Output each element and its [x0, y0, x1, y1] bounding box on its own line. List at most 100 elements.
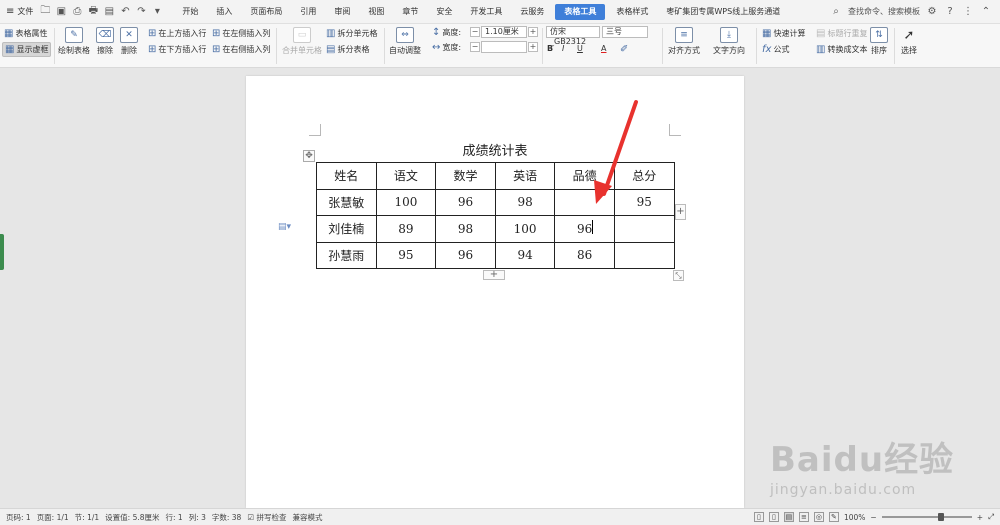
split-cells-button[interactable]: ▥ 拆分单元格 [326, 28, 377, 39]
table-cell[interactable]: 94 [494, 241, 556, 269]
score-table[interactable]: 姓名 语文 数学 英语 品德 总分 张慧敏 100 96 98 95 刘佳楠 8… [316, 162, 675, 269]
writing-mode-icon[interactable]: ✎ [828, 512, 839, 522]
table-cell-active[interactable]: 96 [554, 215, 615, 243]
tab-developer[interactable]: 开发工具 [461, 0, 511, 24]
tab-chapter[interactable]: 章节 [393, 0, 427, 24]
table-header-cell[interactable]: 语文 [375, 162, 437, 190]
table-cell[interactable] [613, 241, 675, 269]
spell-check-button[interactable]: ☑ 拼写检查 [247, 512, 286, 523]
dropdown-icon[interactable]: ▾ [151, 6, 163, 17]
insert-row-above-button[interactable]: ⊞ 在上方插入行 [148, 28, 206, 39]
tab-table-tools[interactable]: 表格工具 [555, 3, 606, 20]
quick-calc-button[interactable]: ▦ 快速计算 [762, 28, 805, 39]
table-cell[interactable]: 张慧敏 [316, 188, 377, 216]
sort-button[interactable]: ⇅ 排序 [870, 27, 888, 56]
outline-view-icon[interactable]: ≡ [798, 512, 809, 522]
italic-button[interactable]: I [562, 44, 564, 53]
layout-options-icon[interactable]: ▤▾ [278, 222, 291, 232]
table-header-cell[interactable]: 英语 [494, 162, 556, 190]
table-cell[interactable]: 孙慧雨 [316, 241, 377, 269]
table-cell[interactable]: 刘佳楠 [316, 215, 377, 243]
table-cell[interactable]: 95 [613, 188, 675, 216]
insert-col-left-button[interactable]: ⊞ 在左侧插入列 [212, 28, 270, 39]
print-preview-icon[interactable]: ⎙ [71, 6, 83, 17]
formula-button[interactable]: fx 公式 [762, 44, 789, 55]
add-row-button-icon[interactable]: + [483, 270, 505, 280]
zoom-level[interactable]: 100% [844, 513, 865, 522]
collapse-ribbon-icon[interactable]: ⌃ [980, 6, 992, 17]
table-cell[interactable]: 98 [435, 215, 496, 243]
read-mode-icon[interactable]: ▯ [753, 512, 764, 522]
show-gridlines-toggle[interactable]: ▦ 显示虚框 [2, 42, 52, 57]
erase-button[interactable]: ⌫ 擦除 [96, 27, 114, 56]
table-cell[interactable] [554, 188, 615, 216]
table-move-handle-icon[interactable]: ✥ [303, 150, 315, 162]
width-decrease-button[interactable]: − [470, 42, 480, 52]
table-cell[interactable] [613, 215, 675, 243]
insert-col-right-button[interactable]: ⊞ 在右侧插入列 [212, 44, 270, 55]
highlight-button[interactable]: ✐ [620, 44, 628, 55]
redo-icon[interactable]: ↷ [135, 6, 147, 17]
convert-to-text-button[interactable]: ▥ 转换成文本 [816, 44, 867, 55]
width-increase-button[interactable]: + [528, 42, 538, 52]
table-properties-button[interactable]: ▦ 表格属性 [4, 28, 47, 39]
more-icon[interactable]: ⋮ [962, 6, 974, 17]
undo-icon[interactable]: ↶ [119, 6, 131, 17]
tab-review[interactable]: 审阅 [325, 0, 359, 24]
table-header-cell[interactable]: 数学 [435, 162, 496, 190]
bold-button[interactable]: B [547, 44, 553, 53]
repeat-header-button[interactable]: ▤ 标题行重复 [816, 28, 867, 39]
font-color-button[interactable]: A [601, 44, 606, 53]
open-folder-icon[interactable]: 🗀 [39, 3, 51, 20]
export-pdf-icon[interactable]: ▤ [103, 6, 115, 17]
tab-page-layout[interactable]: 页面布局 [241, 0, 291, 24]
height-input[interactable]: 1.10厘米 [481, 26, 527, 38]
tab-view[interactable]: 视图 [359, 0, 393, 24]
table-cell[interactable]: 100 [494, 215, 556, 243]
delete-button[interactable]: ✕ 删除 [120, 27, 138, 56]
select-button[interactable]: ➚ 选择 [900, 27, 918, 56]
table-cell[interactable]: 96 [435, 188, 496, 216]
font-size-select[interactable]: 三号 [602, 26, 648, 38]
tab-cloud[interactable]: 云服务 [511, 0, 553, 24]
insert-row-below-button[interactable]: ⊞ 在下方插入行 [148, 44, 206, 55]
text-direction-button[interactable]: ⤓ 文字方向 [713, 27, 745, 56]
tab-home[interactable]: 开始 [173, 0, 207, 24]
table-resize-handle-icon[interactable]: ⤡ [673, 270, 684, 281]
fit-page-icon[interactable]: ⤢ [988, 512, 994, 522]
page-view-icon[interactable]: ▤ [783, 512, 794, 522]
web-view-icon[interactable]: ◎ [813, 512, 824, 522]
align-button[interactable]: ≡ 对齐方式 [668, 27, 700, 56]
auto-fit-button[interactable]: ⇔ 自动调整 [389, 27, 421, 56]
height-increase-button[interactable]: + [528, 27, 538, 37]
add-column-button-icon[interactable]: + [675, 204, 686, 220]
table-cell[interactable]: 100 [375, 188, 437, 216]
tab-security[interactable]: 安全 [427, 0, 461, 24]
table-header-cell[interactable]: 总分 [613, 162, 675, 190]
help-icon[interactable]: ? [944, 6, 956, 17]
tab-references[interactable]: 引用 [291, 0, 325, 24]
height-decrease-button[interactable]: − [470, 27, 480, 37]
zoom-out-icon[interactable]: − [870, 513, 876, 522]
file-menu[interactable]: ≡ 文件 [0, 0, 39, 24]
width-input[interactable] [481, 41, 527, 53]
zoom-slider[interactable] [881, 513, 972, 521]
full-screen-icon[interactable]: ▯ [768, 512, 779, 522]
split-table-button[interactable]: ▤ 拆分表格 [326, 44, 369, 55]
status-word-count[interactable]: 字数: 38 [212, 512, 241, 523]
table-cell[interactable]: 95 [375, 241, 437, 269]
merge-cells-button[interactable]: ▭ 合并单元格 [282, 27, 322, 56]
table-cell[interactable]: 96 [435, 241, 496, 269]
font-name-select[interactable]: 仿宋_GB2312 [546, 26, 600, 46]
zoom-slider-knob[interactable] [937, 513, 944, 521]
print-icon[interactable]: 🖶 [87, 3, 99, 20]
side-panel-tab[interactable] [0, 234, 4, 270]
document-page[interactable]: 成绩统计表 ✥ ▤▾ 姓名 语文 数学 英语 品德 总分 张慧敏 100 96 … [246, 76, 744, 508]
command-search[interactable]: 查找命令、搜索模板 [848, 6, 920, 17]
table-header-cell[interactable]: 品德 [554, 162, 615, 190]
table-header-cell[interactable]: 姓名 [316, 162, 377, 190]
table-cell[interactable]: 86 [554, 241, 615, 269]
underline-button[interactable]: U [577, 44, 583, 53]
zoom-in-icon[interactable]: + [977, 513, 983, 522]
save-icon[interactable]: ▣ [55, 6, 67, 17]
